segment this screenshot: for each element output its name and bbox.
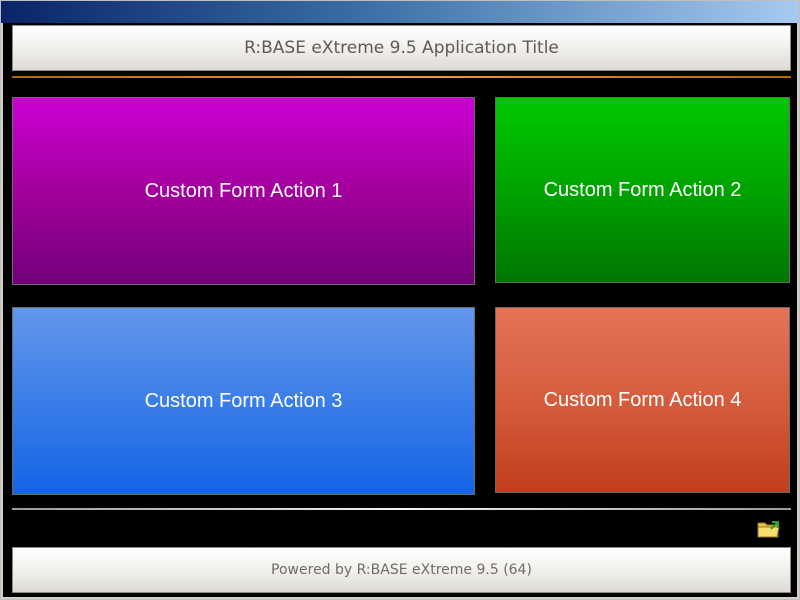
application-title: R:BASE eXtreme 9.5 Application Title	[244, 38, 559, 58]
action-2-label: Custom Form Action 2	[543, 178, 742, 201]
header-divider	[12, 76, 791, 78]
custom-form-action-3-button[interactable]: Custom Form Action 3	[12, 307, 475, 495]
window-titlebar[interactable]	[1, 1, 799, 23]
custom-form-action-1-button[interactable]: Custom Form Action 1	[12, 97, 475, 285]
action-1-label: Custom Form Action 1	[144, 179, 343, 202]
powered-by-text: Powered by R:BASE eXtreme 9.5 (64)	[271, 562, 532, 578]
application-footer: Powered by R:BASE eXtreme 9.5 (64)	[12, 547, 791, 593]
custom-form-action-4-button[interactable]: Custom Form Action 4	[495, 307, 790, 493]
footer-divider	[12, 508, 791, 510]
open-folder-button[interactable]	[757, 519, 781, 539]
application-window: R:BASE eXtreme 9.5 Application Title Cus…	[0, 0, 800, 600]
action-4-label: Custom Form Action 4	[543, 388, 742, 411]
custom-form-action-2-button[interactable]: Custom Form Action 2	[495, 97, 790, 283]
action-3-label: Custom Form Action 3	[144, 389, 343, 412]
application-title-bar: R:BASE eXtreme 9.5 Application Title	[12, 25, 791, 71]
folder-icon	[757, 521, 780, 538]
